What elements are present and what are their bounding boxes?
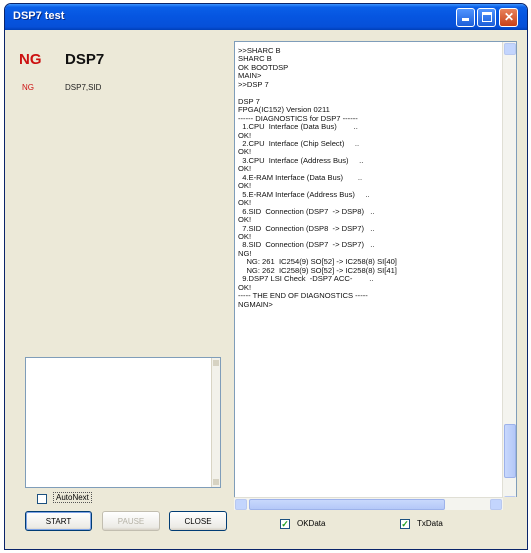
scroll-up-button[interactable] <box>504 43 516 55</box>
log-line: >>SHARC B <box>238 46 281 55</box>
log-line: 1.CPU Interface (Data Bus) .. <box>238 122 358 132</box>
start-button[interactable]: START <box>25 511 92 531</box>
log-line: 3.CPU Interface (Address Bus) .. <box>238 155 364 165</box>
check-icon: ✓ <box>401 519 409 529</box>
autonext-label[interactable]: AutoNext <box>53 492 92 503</box>
message-textarea[interactable] <box>25 357 221 488</box>
okdata-label[interactable]: OKData <box>297 519 325 528</box>
log-line: MAIN> <box>238 71 262 81</box>
log-line: 9.DSP7 LSI Check -DSP7 ACC- .. <box>238 274 374 284</box>
okdata-checkbox[interactable]: ✓ <box>280 519 290 529</box>
log-output[interactable]: >>SHARC B SHARC B OK BOOTDSP MAIN> >>DSP 7 D… <box>234 41 517 510</box>
log-vertical-scrollbar[interactable] <box>502 42 516 509</box>
horizontal-scroll-thumb[interactable] <box>249 499 445 510</box>
log-line: 8.SID Connection (DSP7 -> DSP7) .. <box>238 240 375 250</box>
log-line: 7.SID Connection (DSP8 -> DSP7) .. <box>238 223 375 233</box>
scroll-up-arrow-icon[interactable] <box>213 360 219 366</box>
message-scrollbar[interactable] <box>211 358 220 487</box>
scroll-down-arrow-icon[interactable] <box>213 479 219 485</box>
scroll-right-button[interactable] <box>490 499 502 510</box>
close-window-button[interactable]: ✕ <box>499 8 518 27</box>
autonext-checkbox[interactable] <box>37 494 47 504</box>
log-line: 4.E-RAM Interface (Data Bus) .. <box>238 172 363 182</box>
log-line: 6.SID Connection (DSP7 -> DSP8) .. <box>238 206 375 216</box>
log-horizontal-scrollbar[interactable] <box>234 497 503 510</box>
window-title: DSP7 test <box>13 10 65 22</box>
check-icon: ✓ <box>281 519 289 529</box>
maximize-button[interactable] <box>477 8 496 27</box>
minimize-icon <box>462 18 469 21</box>
client-area: NG DSP7 NG DSP7,SID AutoNext START PAUSE… <box>5 30 527 549</box>
txdata-label[interactable]: TxData <box>417 519 443 528</box>
maximize-icon <box>482 12 492 22</box>
log-line: >>DSP 7 <box>238 79 269 89</box>
log-line: OK BOOTDSP <box>238 62 289 72</box>
device-title: DSP7 <box>65 51 105 68</box>
close-icon: ✕ <box>504 10 515 24</box>
close-button[interactable]: CLOSE <box>169 511 227 531</box>
pause-button[interactable]: PAUSE <box>102 511 160 531</box>
result-badge-large: NG <box>19 51 42 68</box>
device-subtitle: DSP7,SID <box>65 83 102 92</box>
txdata-checkbox[interactable]: ✓ <box>400 519 410 529</box>
app-window: DSP7 test ✕ NG DSP7 NG DSP7,SID AutoNext… <box>4 3 528 550</box>
scrollbar-corner <box>503 497 517 510</box>
log-text: >>SHARC B SHARC B OK BOOTDSP MAIN> >>DSP 7 D… <box>238 46 500 309</box>
minimize-button[interactable] <box>456 8 475 27</box>
log-line: 5.E-RAM Interface (Address Bus) .. <box>238 189 370 199</box>
result-badge-small: NG <box>22 83 34 92</box>
log-line: NGMAIN> <box>238 299 273 309</box>
title-bar: DSP7 test ✕ <box>5 4 527 30</box>
scroll-left-button[interactable] <box>235 499 247 510</box>
log-line: ----- THE END OF DIAGNOSTICS ----- <box>238 291 368 301</box>
log-line: 2.CPU Interface (Chip Select) .. <box>238 138 360 148</box>
vertical-scroll-thumb[interactable] <box>504 424 516 478</box>
